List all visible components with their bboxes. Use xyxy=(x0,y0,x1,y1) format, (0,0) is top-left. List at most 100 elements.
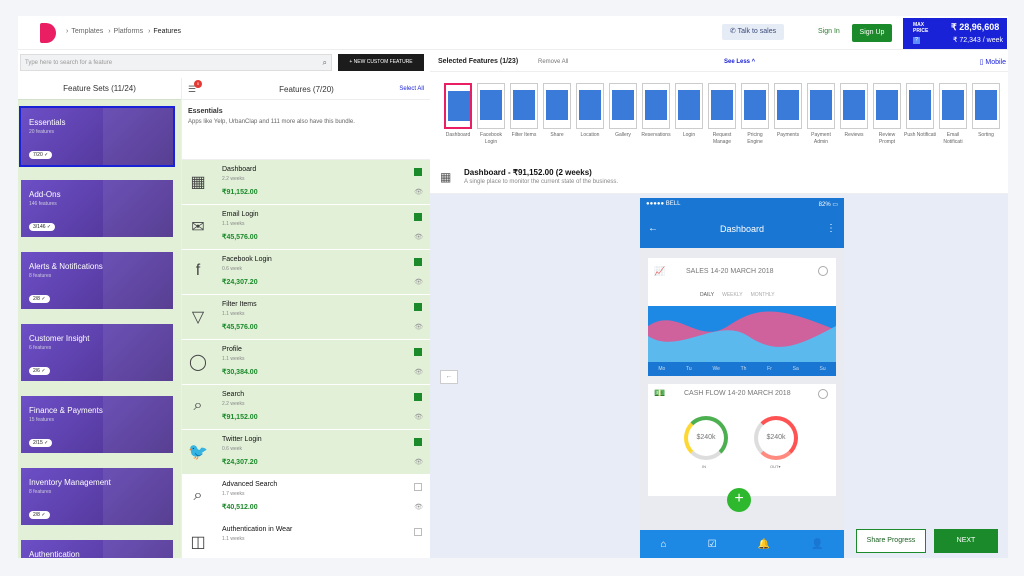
feature-checkbox[interactable] xyxy=(414,483,422,491)
info-icon[interactable]: ? xyxy=(913,37,920,44)
eye-icon[interactable]: 👁 xyxy=(414,323,423,331)
feature-checkbox[interactable] xyxy=(414,303,422,311)
thumbnail-label: Push Notificati xyxy=(904,132,936,138)
feature-thumbnail[interactable] xyxy=(840,83,868,129)
thumbnail-screen xyxy=(711,90,733,120)
card-count: 15 features xyxy=(29,417,55,423)
card-count: 146 features xyxy=(29,201,57,207)
card-image xyxy=(103,180,173,237)
feature-checkbox[interactable] xyxy=(414,213,422,221)
remove-all-link[interactable]: Remove All xyxy=(538,59,568,65)
feature-thumbnail[interactable] xyxy=(741,83,769,129)
feature-thumbnail[interactable] xyxy=(708,83,736,129)
feature-thumbnail[interactable] xyxy=(444,83,472,129)
thumbnail-label: Gallery xyxy=(615,132,631,138)
cash-in-ring: $240k xyxy=(684,416,728,460)
battery-label: 82% ▭ xyxy=(818,202,838,208)
feature-thumbnail[interactable] xyxy=(972,83,1000,129)
feature-thumbnail[interactable] xyxy=(543,83,571,129)
card-pill: 2/15 ✓ xyxy=(29,439,53,447)
breadcrumb-platforms[interactable]: Platforms xyxy=(114,28,144,35)
feature-set-card[interactable]: Authentication xyxy=(21,540,173,558)
feature-thumbnail[interactable] xyxy=(906,83,934,129)
feature-checkbox[interactable] xyxy=(414,438,422,446)
feature-price: ₹24,307.20 xyxy=(222,459,258,466)
eye-icon[interactable]: 👁 xyxy=(414,413,423,421)
preview-area: ← ●●●●● BELL 82% ▭ ← Dashboard ⋮ 📈 SALES… xyxy=(430,194,1008,558)
feature-row[interactable]: ▦ Dashboard 2.2 weeks ₹91,152.00 👁 xyxy=(182,160,430,205)
feature-icon: ◫ xyxy=(190,534,206,551)
card-name: Add-Ons xyxy=(29,190,61,199)
breadcrumb: › Templates › Platforms › Features xyxy=(66,28,182,35)
feature-set-card[interactable]: Customer Insight 6 features 2/6 ✓ xyxy=(21,324,173,381)
eye-icon[interactable]: 👁 xyxy=(414,368,423,376)
card-name: Customer Insight xyxy=(29,334,90,343)
next-button[interactable]: NEXT xyxy=(934,529,998,553)
feature-thumbnail[interactable] xyxy=(939,83,967,129)
feature-row[interactable]: ✉ Email Login 1.1 weeks ₹45,576.00 👁 xyxy=(182,205,430,250)
feature-row[interactable]: 🐦 Twitter Login 0.6 week ₹24,307.20 👁 xyxy=(182,430,430,475)
feature-set-card[interactable]: Add-Ons 146 features 3/146 ✓ xyxy=(21,180,173,237)
sales-title: SALES 14-20 MARCH 2018 xyxy=(686,268,774,275)
eye-icon[interactable]: 👁 xyxy=(414,503,423,511)
feature-thumbnail[interactable] xyxy=(576,83,604,129)
feature-thumbnail[interactable] xyxy=(873,83,901,129)
share-progress-button[interactable]: Share Progress xyxy=(856,529,926,553)
sign-in-link[interactable]: Sign In xyxy=(818,28,840,35)
eye-icon[interactable]: 👁 xyxy=(414,233,423,241)
feature-thumbnail[interactable] xyxy=(774,83,802,129)
feature-row[interactable]: ⌕ Search 2.2 weeks ₹91,152.00 👁 xyxy=(182,385,430,430)
feature-set-card[interactable]: Essentials 20 features 7/20 ✓ xyxy=(19,106,175,167)
feature-checkbox[interactable] xyxy=(414,393,422,401)
see-less-link[interactable]: See Less ^ xyxy=(724,59,755,65)
feature-thumbnail[interactable] xyxy=(642,83,670,129)
eye-icon[interactable]: 👁 xyxy=(414,278,423,286)
feature-row[interactable]: ▽ Filter Items 1.1 weeks ₹45,576.00 👁 xyxy=(182,295,430,340)
feature-set-card[interactable]: Inventory Management 8 features 2/8 ✓ xyxy=(21,468,173,525)
feature-thumbnail[interactable] xyxy=(675,83,703,129)
feature-row[interactable]: ◯ Profile 1.1 weeks ₹30,384.00 👁 xyxy=(182,340,430,385)
card-pill: 2/6 ✓ xyxy=(29,367,50,375)
feature-thumbnail[interactable] xyxy=(807,83,835,129)
feature-checkbox[interactable] xyxy=(414,258,422,266)
prev-arrow-icon[interactable]: ← xyxy=(440,370,458,384)
feature-weeks: 1.7 weeks xyxy=(222,491,245,497)
builder-logo[interactable] xyxy=(40,23,56,43)
feature-checkbox[interactable] xyxy=(414,348,422,356)
feature-search-input[interactable]: Type here to search for a feature ⌕ xyxy=(20,54,332,71)
select-all-link[interactable]: Select All xyxy=(399,86,424,92)
sign-up-button[interactable]: Sign Up xyxy=(852,24,892,42)
thumbnail-screen xyxy=(645,90,667,120)
feature-thumbnail[interactable] xyxy=(477,83,505,129)
cash-out-ring: $240k xyxy=(754,416,798,460)
feature-thumbnail[interactable] xyxy=(609,83,637,129)
thumbnail-label: Filter Items xyxy=(511,132,537,138)
breadcrumb-templates[interactable]: Templates xyxy=(71,28,103,35)
mobile-platform-toggle[interactable]: ▯ Mobile xyxy=(980,58,1006,66)
add-fab-button: + xyxy=(727,488,751,512)
day-label: Th xyxy=(740,366,747,372)
feature-name: Search xyxy=(222,391,245,398)
feature-checkbox[interactable] xyxy=(414,168,422,176)
feature-set-card[interactable]: Finance & Payments 15 features 2/15 ✓ xyxy=(21,396,173,453)
selected-features-title: Selected Features (1/23) xyxy=(438,58,519,65)
thumbnail-label: Email Notificati xyxy=(943,132,963,145)
feature-checkbox[interactable] xyxy=(414,528,422,536)
feature-row[interactable]: f Facebook Login 0.6 week ₹24,307.20 👁 xyxy=(182,250,430,295)
feature-row[interactable]: ⌕ Advanced Search 1.7 weeks ₹40,512.00 👁 xyxy=(182,475,430,520)
thumbnail-label: Login xyxy=(682,132,696,138)
talk-to-sales-button[interactable]: ✆ Talk to sales xyxy=(722,24,784,40)
feature-row[interactable]: ◫ Authentication in Wear 1.1 weeks xyxy=(182,520,430,558)
bundle-title: Essentials xyxy=(188,108,223,115)
card-count: 8 features xyxy=(29,273,52,279)
new-custom-feature-button[interactable]: + NEW CUSTOM FEATURE xyxy=(338,54,424,71)
features-panel: ☰ 0 Features (7/20) Select All Essential… xyxy=(181,78,430,558)
top-header: › Templates › Platforms › Features ✆ Talk t… xyxy=(18,16,1008,50)
feature-icon: f xyxy=(195,262,201,279)
carrier-label: ●●●●● BELL xyxy=(646,201,681,207)
feature-set-card[interactable]: Alerts & Notifications 8 features 2/8 ✓ xyxy=(21,252,173,309)
eye-icon[interactable]: 👁 xyxy=(414,458,423,466)
thumbnail-screen xyxy=(909,90,931,120)
eye-icon[interactable]: 👁 xyxy=(414,188,423,196)
feature-thumbnail[interactable] xyxy=(510,83,538,129)
